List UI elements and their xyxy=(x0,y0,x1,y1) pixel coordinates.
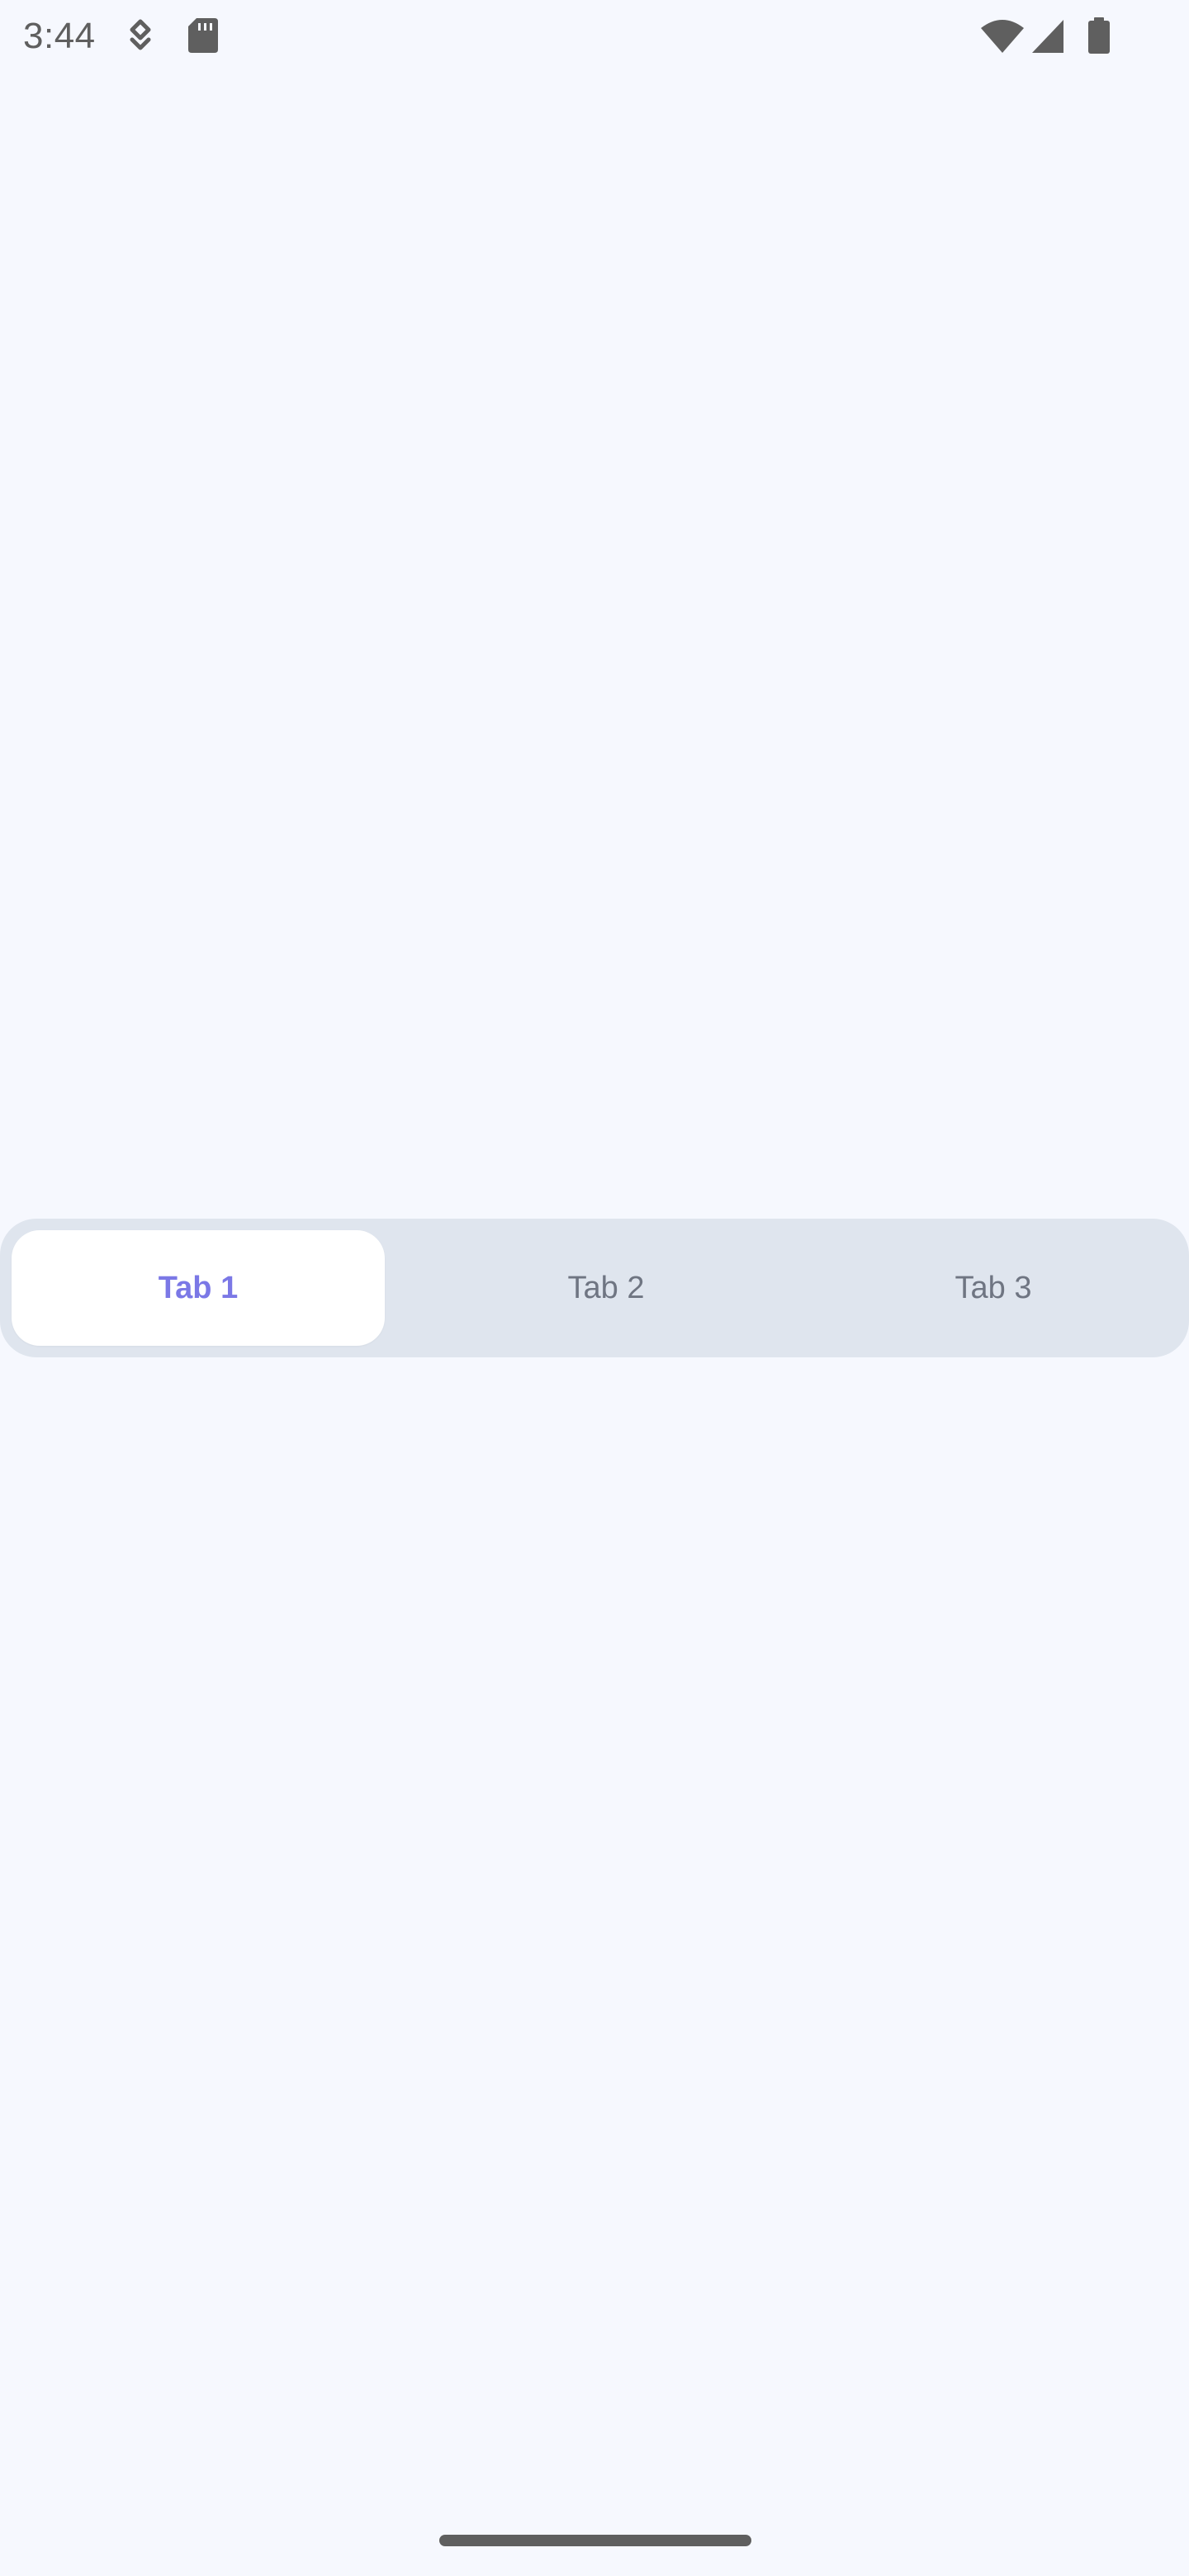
cellular-signal-icon xyxy=(1032,20,1063,53)
status-time: 3:44 xyxy=(23,16,96,56)
status-bar: 3:44 xyxy=(0,0,1189,73)
battery-icon xyxy=(1088,17,1110,54)
segmented-tab-bar: Tab 1 Tab 2 Tab 3 xyxy=(0,1219,1189,1357)
sd-card-icon xyxy=(188,18,218,53)
home-gesture-handle[interactable] xyxy=(439,2535,751,2546)
app-screen: 3:44 Tab 1 Tab 2 Tab 3 xyxy=(0,0,1189,2576)
tab-1-label: Tab 1 xyxy=(158,1270,239,1305)
navigation-status-icon xyxy=(130,19,151,50)
wifi-icon xyxy=(981,20,1024,53)
tab-2[interactable]: Tab 2 xyxy=(405,1230,808,1346)
tab-2-label: Tab 2 xyxy=(567,1270,645,1305)
tab-1[interactable]: Tab 1 xyxy=(12,1230,385,1346)
tab-3-label: Tab 3 xyxy=(955,1270,1032,1305)
tab-3[interactable]: Tab 3 xyxy=(809,1230,1177,1346)
